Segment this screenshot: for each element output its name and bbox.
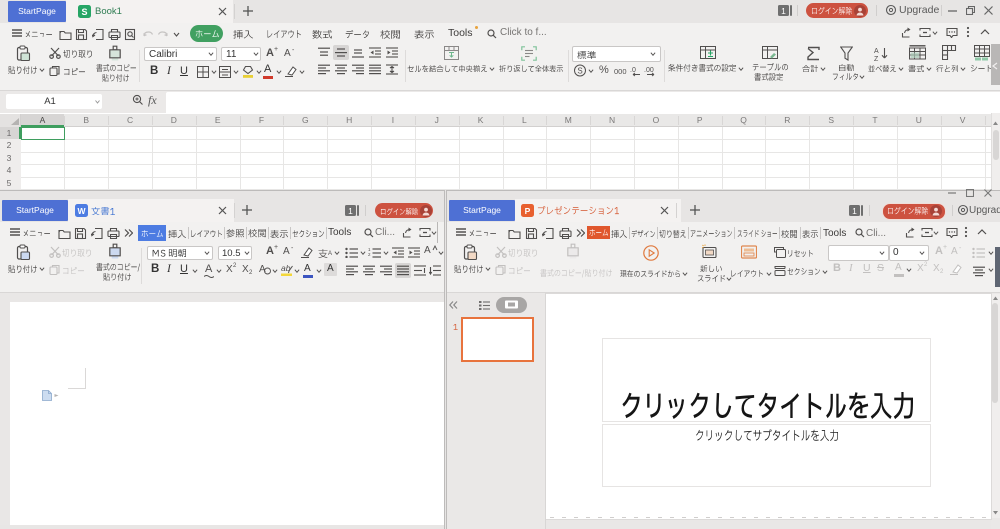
svg-text:S: S: [81, 7, 87, 17]
svg-text:A: A: [874, 48, 879, 55]
svg-text:2: 2: [368, 252, 371, 257]
svg-text:000: 000: [614, 67, 627, 76]
svg-text:P: P: [525, 206, 531, 216]
svg-text:W: W: [77, 206, 86, 216]
svg-text:Z: Z: [874, 56, 879, 61]
svg-text:.0: .0: [630, 67, 636, 74]
svg-text:S: S: [577, 67, 582, 76]
